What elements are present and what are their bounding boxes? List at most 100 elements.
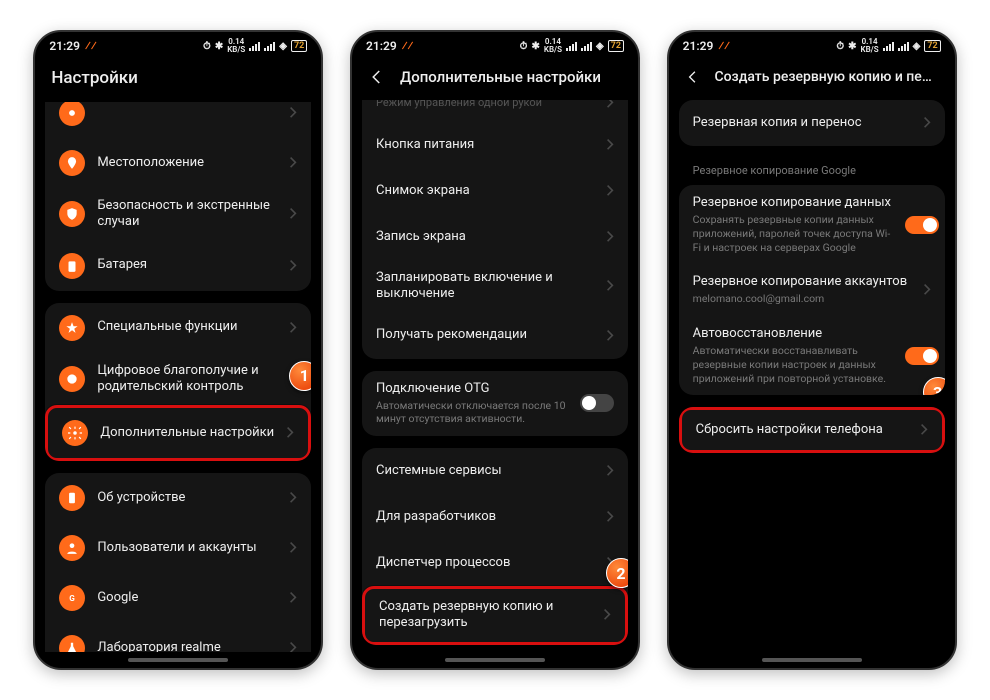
phone-screen-2: 21:29 ⁄⁄ ⏱ ✱ 0.14KB/S ◈ 72 Дополнительны… — [350, 30, 640, 670]
settings-row-google[interactable]: G Google — [45, 573, 311, 623]
net-speed: 0.14KB/S — [544, 38, 562, 54]
chevron-right-icon — [606, 510, 614, 524]
settings-row-about[interactable]: Об устройстве — [45, 473, 311, 523]
signal-icon — [898, 41, 909, 51]
settings-row-special[interactable]: Специальные функции — [45, 303, 311, 353]
status-bar: 21:29 ⁄⁄ ⏱ ✱ 0.14KB/S ◈ 72 — [35, 32, 321, 58]
svg-text:G: G — [70, 593, 76, 603]
settings-row-schedule-power[interactable]: Запланировать включение и выключение — [362, 260, 628, 313]
chevron-right-icon — [606, 138, 614, 152]
security-icon — [59, 201, 85, 227]
page-title: Создать резервную копию и перезаг... — [714, 69, 938, 85]
settings-row[interactable]: Режим управления одной рукой — [362, 100, 628, 122]
settings-row-power-button[interactable]: Кнопка питания — [362, 122, 628, 168]
chevron-right-icon — [606, 464, 614, 478]
settings-row-battery[interactable]: Батарея — [45, 241, 311, 291]
gesture-bar[interactable] — [445, 658, 545, 662]
net-speed: 0.14KB/S — [227, 38, 245, 54]
bluetooth-icon: ✱ — [215, 41, 223, 52]
star-icon — [59, 315, 85, 341]
settings-row-location[interactable]: Местоположение — [45, 138, 311, 188]
screen-header: Создать резервную копию и перезаг... — [669, 58, 955, 100]
chevron-right-icon — [289, 207, 297, 221]
step-badge-2: 2 — [606, 558, 628, 588]
wifi-icon: ◈ — [279, 41, 287, 52]
status-time: 21:29 — [49, 39, 80, 53]
net-speed: 0.14KB/S — [861, 38, 879, 54]
back-icon[interactable] — [685, 68, 701, 86]
user-icon — [59, 535, 85, 561]
chevron-right-icon — [289, 591, 297, 605]
chevron-right-icon — [289, 541, 297, 555]
chevron-right-icon — [923, 283, 931, 297]
battery-icon — [59, 253, 85, 279]
settings-row-system-services[interactable]: Системные сервисы — [362, 448, 628, 494]
chevron-right-icon — [289, 106, 297, 120]
signal-icon — [264, 41, 275, 51]
settings-row-backup-data[interactable]: Резервное копирование данных Сохранять р… — [679, 185, 945, 264]
step-badge-1: 1 — [289, 361, 311, 391]
battery-icon: 72 — [291, 40, 307, 52]
settings-row-additional[interactable]: Дополнительные настройки — [45, 405, 311, 461]
settings-row-developer[interactable]: Для разработчиков — [362, 494, 628, 540]
settings-row-otg[interactable]: Подключение OTG Автоматически отключаетс… — [362, 371, 628, 437]
settings-row-process-manager[interactable]: Диспетчер процессов 2 — [362, 540, 628, 586]
chevron-right-icon — [606, 329, 614, 343]
settings-row-backup-restart[interactable]: Создать резервную копию и перезагрузить — [362, 586, 628, 645]
wifi-icon: ◈ — [913, 41, 921, 52]
chevron-right-icon — [289, 156, 297, 170]
screen-header: Дополнительные настройки — [352, 58, 638, 100]
otg-toggle[interactable] — [580, 394, 614, 412]
chevron-right-icon — [606, 230, 614, 244]
wifi-icon: ◈ — [596, 41, 604, 52]
chevron-right-icon — [920, 423, 928, 437]
settings-row-screenshot[interactable]: Снимок экрана — [362, 168, 628, 214]
autorecovery-toggle[interactable] — [905, 347, 939, 365]
gesture-bar[interactable] — [128, 658, 228, 662]
backup-content[interactable]: Резервная копия и перенос Резервное копи… — [669, 100, 955, 652]
phone-screen-1: 21:29 ⁄⁄ ⏱ ✱ 0.14KB/S ◈ 72 Настройки x М… — [33, 30, 323, 670]
settings-row-screen-record[interactable]: Запись экрана — [362, 214, 628, 260]
status-time: 21:29 — [366, 39, 397, 53]
signal-icon — [249, 41, 260, 51]
alarm-icon: ⏱ — [836, 41, 844, 52]
battery-icon: 72 — [924, 40, 940, 52]
notification-icon: ⁄⁄ — [718, 39, 730, 54]
gesture-bar[interactable] — [762, 658, 862, 662]
settings-row-security[interactable]: Безопасность и экстренные случаи — [45, 188, 311, 241]
alarm-icon: ⏱ — [520, 41, 528, 52]
settings-row-wellbeing[interactable]: Цифровое благополучие и родительский кон… — [45, 353, 311, 406]
chevron-right-icon — [923, 116, 931, 130]
settings-row[interactable]: x — [45, 102, 311, 138]
settings-row-recommendations[interactable]: Получать рекомендации — [362, 313, 628, 359]
signal-icon — [566, 41, 577, 51]
section-title: Резервное копирование Google — [679, 158, 945, 185]
additional-settings-content[interactable]: Режим управления одной рукой Кнопка пита… — [352, 100, 638, 652]
step-badge-3: 3 — [923, 377, 945, 395]
settings-row-backup-accounts[interactable]: Резервное копирование аккаунтов melomano… — [679, 264, 945, 316]
google-icon: G — [59, 585, 85, 611]
status-bar: 21:29 ⁄⁄ ⏱ ✱ 0.14KB/S ◈ 72 — [669, 32, 955, 58]
signal-icon — [883, 41, 894, 51]
settings-row-realme-lab[interactable]: Лаборатория realme — [45, 623, 311, 652]
back-icon[interactable] — [368, 68, 386, 86]
settings-row-autorecovery[interactable]: Автовосстановление Автоматически восстан… — [679, 316, 945, 395]
chevron-right-icon — [606, 184, 614, 198]
settings-row-backup-transfer[interactable]: Резервная копия и перенос — [679, 100, 945, 146]
chevron-right-icon — [289, 491, 297, 505]
chevron-right-icon — [606, 100, 614, 110]
settings-row-users[interactable]: Пользователи и аккаунты — [45, 523, 311, 573]
backup-data-toggle[interactable] — [905, 216, 939, 234]
bluetooth-icon: ✱ — [531, 41, 539, 52]
settings-content[interactable]: x Местоположение Безопасность и экстренн… — [35, 102, 321, 652]
phone-screen-3: 21:29 ⁄⁄ ⏱ ✱ 0.14KB/S ◈ 72 Создать резер… — [667, 30, 957, 670]
page-title: Дополнительные настройки — [400, 68, 601, 86]
phone-icon — [59, 485, 85, 511]
page-title: Настройки — [51, 68, 138, 88]
generic-icon — [59, 102, 85, 126]
wellbeing-icon — [59, 366, 85, 392]
status-bar: 21:29 ⁄⁄ ⏱ ✱ 0.14KB/S ◈ 72 — [352, 32, 638, 58]
chevron-right-icon — [289, 641, 297, 652]
settings-row-reset-phone[interactable]: Сбросить настройки телефона — [679, 407, 945, 453]
gear-icon — [62, 420, 88, 446]
